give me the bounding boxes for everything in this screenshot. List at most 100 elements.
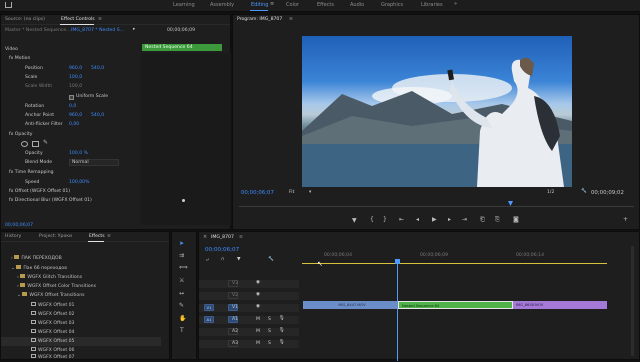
pen-mask-icon[interactable]: ✎ bbox=[43, 139, 48, 146]
tab-effect-controls[interactable]: Effect Controls bbox=[61, 17, 95, 22]
eye-icon[interactable]: ◉ bbox=[256, 304, 260, 309]
extract-icon[interactable]: ⎘ bbox=[495, 216, 500, 224]
workspace-color[interactable]: Color bbox=[286, 2, 299, 8]
eye-icon[interactable]: ◉ bbox=[256, 280, 260, 285]
clip-label[interactable]: IMG_8707 * Nested S… bbox=[71, 28, 124, 33]
panel-menu-icon[interactable]: ≡ bbox=[98, 17, 102, 22]
home-icon[interactable] bbox=[5, 2, 12, 8]
play-icon[interactable]: ▶ bbox=[432, 216, 437, 223]
source-patch-v1[interactable]: V1 bbox=[204, 304, 214, 311]
list-item[interactable]: WGFX Offset 02 bbox=[1, 310, 161, 319]
anchor-x[interactable]: 960,0 bbox=[69, 113, 82, 118]
blend-mode-select[interactable]: Normal bbox=[69, 159, 119, 166]
step-back-icon[interactable]: ◂ bbox=[416, 216, 419, 223]
more-icon[interactable]: » bbox=[454, 1, 457, 7]
tab-effects[interactable]: Effects bbox=[89, 234, 105, 239]
razor-icon[interactable]: ⚔ bbox=[179, 277, 184, 284]
snap-icon[interactable]: ⤶ bbox=[206, 257, 209, 263]
timeline-clip[interactable]: Nested Sequence 64 bbox=[398, 301, 513, 309]
workspace-libraries[interactable]: Libraries bbox=[421, 2, 443, 8]
workspace-menu-icon[interactable]: ≡ bbox=[270, 1, 274, 7]
offset-effect-row[interactable]: fx Offset (WGFX Offset 01) bbox=[9, 189, 70, 194]
tab-history[interactable]: History bbox=[5, 234, 21, 239]
opacity-row[interactable]: fx Opacity bbox=[9, 132, 32, 137]
mic-icon[interactable]: 🎙 bbox=[279, 328, 285, 333]
markers-icon[interactable]: ▼ bbox=[237, 257, 241, 262]
effects-menu-icon[interactable]: ≡ bbox=[107, 234, 111, 239]
timeline-clip[interactable]: IMG_8447.MOV bbox=[303, 301, 398, 309]
list-item[interactable]: ⌄ WGFX Offset Transitions bbox=[1, 291, 161, 300]
hand-icon[interactable]: ✋ bbox=[179, 315, 186, 322]
position-y[interactable]: 540,0 bbox=[91, 66, 104, 71]
ellipse-mask-icon[interactable] bbox=[21, 141, 28, 147]
motion-row[interactable]: fx Motion bbox=[9, 56, 30, 61]
workspace-assembly[interactable]: Assembly bbox=[210, 2, 234, 8]
track-select-icon[interactable]: ⇉ bbox=[179, 252, 184, 259]
timeline-menu-icon[interactable]: ≡ bbox=[239, 235, 243, 240]
list-item[interactable]: › WGFX Glitch Transitions bbox=[1, 273, 161, 282]
work-area-bar[interactable] bbox=[302, 263, 607, 264]
workspace-effects[interactable]: Effects bbox=[317, 2, 334, 8]
export-frame-icon[interactable]: ◙ bbox=[513, 216, 519, 223]
add-button-icon[interactable]: + bbox=[623, 216, 628, 223]
timeline-clip[interactable]: IMG_8658.MOV bbox=[513, 301, 607, 309]
mark-out-icon[interactable]: } bbox=[383, 216, 387, 223]
go-to-out-icon[interactable]: ⇥ bbox=[462, 216, 467, 223]
solo-button[interactable]: S bbox=[268, 341, 271, 346]
position-x[interactable]: 960,0 bbox=[69, 66, 82, 71]
list-item[interactable]: › WGFX Offset Color Transitions bbox=[1, 282, 161, 291]
tab-project[interactable]: Project: Уроки bbox=[39, 234, 72, 239]
eye-icon[interactable]: ◉ bbox=[256, 292, 260, 297]
timeline-tab[interactable]: IMG_8707 bbox=[211, 235, 234, 240]
mic-icon[interactable]: 🎙 bbox=[279, 340, 285, 345]
ripple-edit-icon[interactable]: ⟺ bbox=[179, 264, 188, 271]
mute-button[interactable]: M bbox=[256, 317, 260, 322]
tab-source[interactable]: Source: (no clips) bbox=[5, 17, 45, 22]
rotation-value[interactable]: 0,0 bbox=[69, 104, 76, 109]
step-forward-icon[interactable]: ▸ bbox=[448, 216, 451, 223]
workspace-graphics[interactable]: Graphics bbox=[381, 2, 403, 8]
source-patch-a1[interactable]: A1 bbox=[204, 316, 214, 323]
program-menu-icon[interactable]: ≡ bbox=[289, 17, 293, 22]
close-icon[interactable]: × bbox=[203, 234, 207, 240]
mic-icon[interactable]: 🎙 bbox=[279, 316, 285, 321]
selection-tool-icon[interactable]: ➤ bbox=[179, 240, 184, 247]
resolution-select[interactable]: 1/2 bbox=[547, 190, 567, 197]
list-item[interactable]: WGFX Offset 05 bbox=[1, 337, 161, 346]
scale-value[interactable]: 100,0 bbox=[69, 75, 82, 80]
list-item[interactable]: ⌄ Пак 66 переходов bbox=[1, 264, 161, 273]
fit-select[interactable]: Fit ▾ bbox=[289, 190, 315, 197]
mute-button[interactable]: M bbox=[256, 329, 260, 334]
play-only-icon[interactable]: ▸ bbox=[133, 27, 135, 32]
wrench-icon[interactable]: 🔧 bbox=[581, 189, 587, 194]
solo-button[interactable]: S bbox=[268, 317, 271, 322]
type-icon[interactable]: T bbox=[180, 327, 184, 334]
settings-wrench-icon[interactable]: 🔧 bbox=[268, 257, 274, 262]
go-to-in-icon[interactable]: ⇤ bbox=[399, 216, 404, 223]
rect-mask-icon[interactable] bbox=[32, 141, 39, 147]
anchor-y[interactable]: 540,0 bbox=[91, 113, 104, 118]
workspace-audio[interactable]: Audio bbox=[350, 2, 364, 8]
linked-icon[interactable]: ∩ bbox=[221, 257, 224, 262]
list-item[interactable]: WGFX Offset 01 bbox=[1, 301, 161, 310]
list-item[interactable]: WGFX Offset 07 bbox=[1, 353, 161, 362]
program-scrub-bar[interactable] bbox=[239, 206, 634, 207]
time-remapping-row[interactable]: fx Time Remapping bbox=[9, 170, 54, 175]
list-item[interactable]: WGFX Offset 03 bbox=[1, 319, 161, 328]
opacity-value[interactable]: 100,0 % bbox=[69, 151, 88, 156]
directional-blur-row[interactable]: fx Directional Blur (WGFX Offset 01) bbox=[9, 198, 92, 203]
workspace-editing[interactable]: Editing bbox=[251, 2, 268, 8]
list-item[interactable]: › ПАК ПЕРЕХОДОВ bbox=[1, 254, 161, 263]
timeline-scrollbar[interactable] bbox=[631, 246, 634, 356]
nested-sequence-bar[interactable]: Nested Sequence 64 bbox=[142, 44, 222, 51]
solo-button[interactable]: S bbox=[268, 329, 271, 334]
add-marker-icon[interactable]: ▼ bbox=[352, 217, 357, 224]
list-item[interactable]: WGFX Offset 04 bbox=[1, 328, 161, 337]
uniform-scale-checkbox[interactable] bbox=[69, 95, 74, 100]
lift-icon[interactable]: ⎗ bbox=[480, 216, 485, 224]
keyframe-dot[interactable] bbox=[182, 199, 185, 202]
workspace-learning[interactable]: Learning bbox=[173, 2, 195, 8]
antiflicker-value[interactable]: 0,00 bbox=[69, 122, 79, 127]
mute-button[interactable]: M bbox=[256, 341, 260, 346]
pen-icon[interactable]: ✎ bbox=[179, 302, 184, 309]
